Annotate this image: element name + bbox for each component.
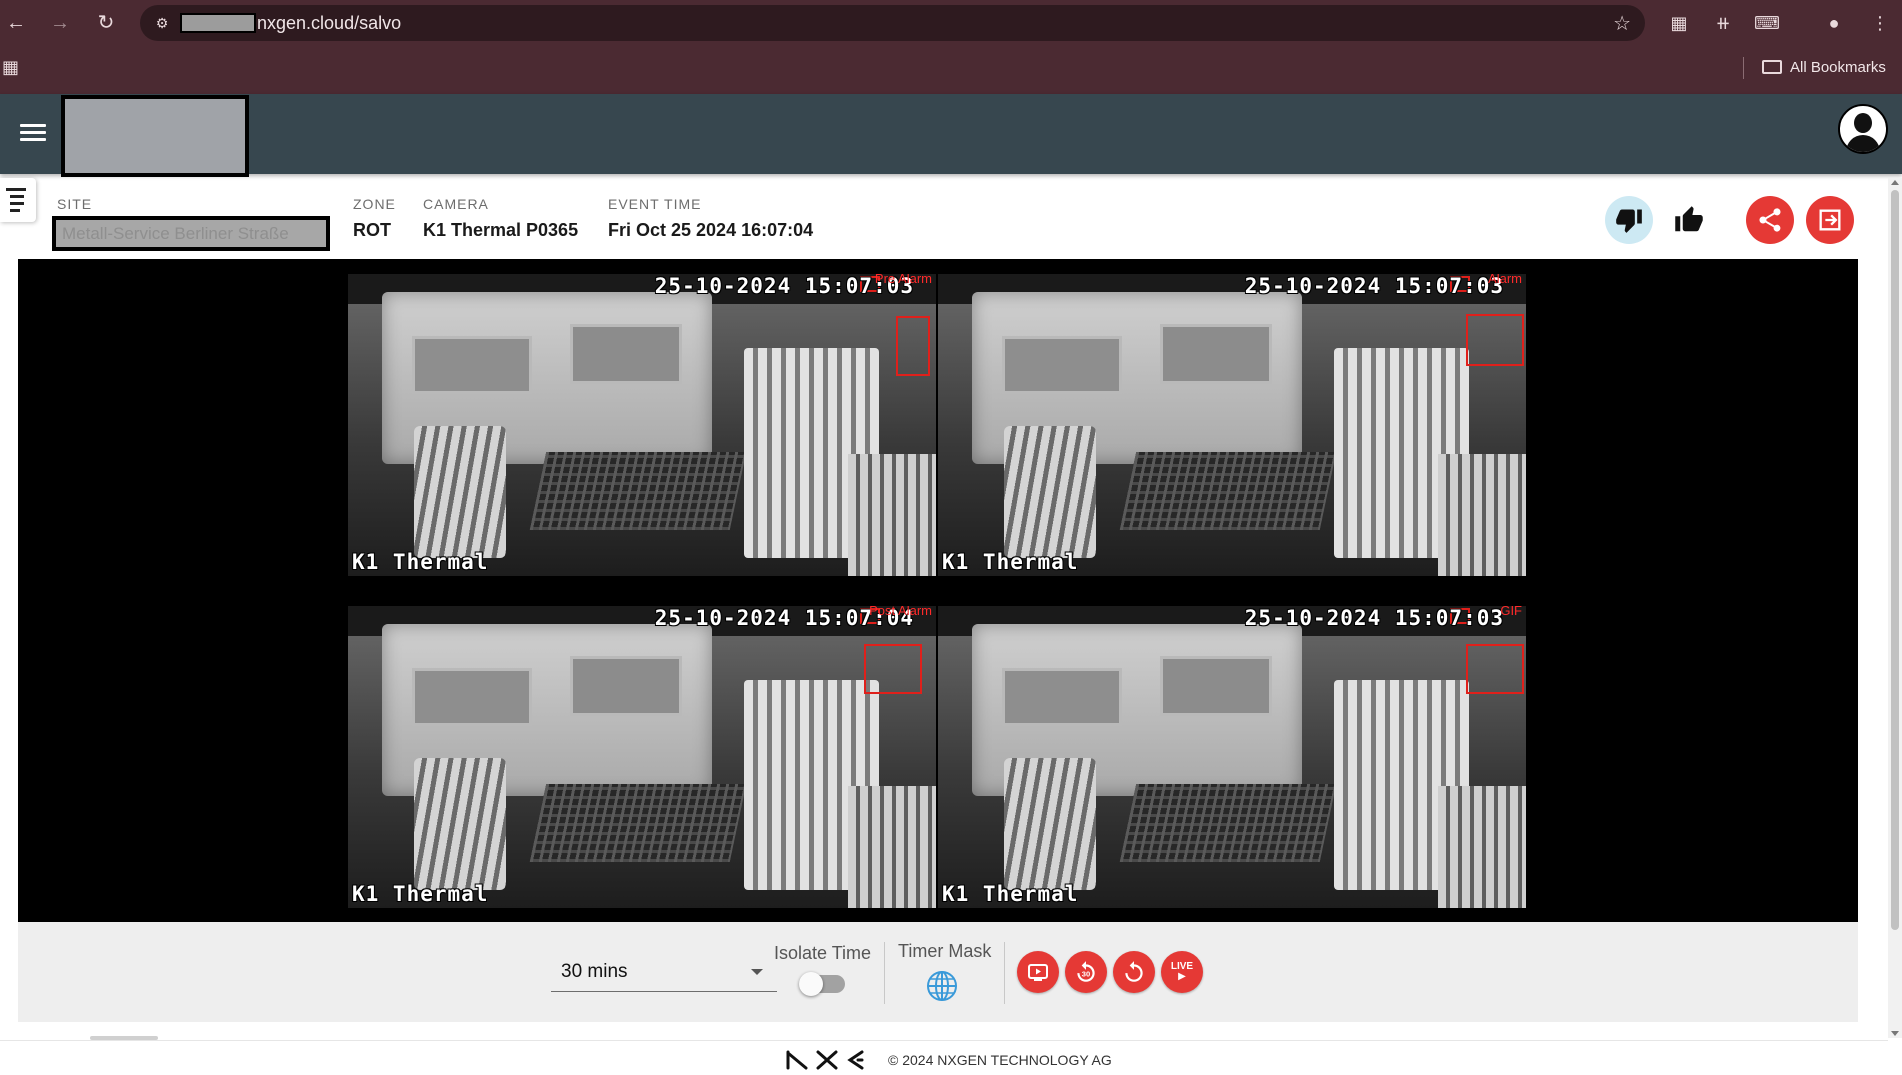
svg-text:30: 30 xyxy=(1082,969,1090,978)
globe-icon[interactable] xyxy=(925,969,959,1003)
forward-arrow-icon[interactable]: → xyxy=(46,9,74,37)
detection-box xyxy=(864,644,922,694)
nxgen-extension-icon[interactable]: ⧺ xyxy=(1709,9,1737,37)
share-button[interactable] xyxy=(1746,196,1794,244)
exit-icon xyxy=(1819,209,1841,231)
video-timestamp: 25-10-2024 15:07:03 xyxy=(1244,606,1504,630)
url-redaction xyxy=(180,13,256,33)
video-camera-overlay: K1 Thermal xyxy=(352,550,489,574)
duration-value: 30 mins xyxy=(561,961,628,982)
browser-toolbar: ← → ↻ ⚙ nxgen.cloud/salvo ☆ ▦ ⧺ ⌨ ● ⋮ xyxy=(0,0,1902,46)
copyright-text: © 2024 NXGEN TECHNOLOGY AG xyxy=(888,1052,1112,1068)
page-scrollbar[interactable] xyxy=(1888,178,1902,1038)
isolate-time-label: Isolate Time xyxy=(774,943,872,963)
detection-box xyxy=(1466,314,1524,366)
url-text: nxgen.cloud/salvo xyxy=(257,13,402,33)
replay-30-icon: 30 xyxy=(1077,961,1095,982)
zone-value: ROT xyxy=(353,220,391,240)
duration-select[interactable]: 30 mins xyxy=(551,952,777,992)
logo-redaction xyxy=(61,95,249,177)
tile-tag-post-alarm: Post Alarm xyxy=(869,606,932,618)
playback-button[interactable] xyxy=(1017,951,1059,993)
live-button[interactable]: LIVE ▶ xyxy=(1161,951,1203,993)
browser-menu-icon[interactable]: ⋮ xyxy=(1866,9,1894,37)
site-label: SITE xyxy=(57,196,93,212)
apps-grid-icon[interactable]: ▦ xyxy=(2,56,24,78)
scroll-down-icon[interactable] xyxy=(1891,1031,1899,1036)
all-bookmarks-label: All Bookmarks xyxy=(1790,59,1886,76)
video-timestamp: 25-10-2024 15:07:03 xyxy=(1244,274,1504,298)
video-camera-overlay: K1 Thermal xyxy=(942,882,1079,906)
detection-box xyxy=(1466,644,1524,694)
timer-mask-label: Timer Mask xyxy=(898,941,992,961)
nxgen-logo-icon xyxy=(786,1050,864,1070)
play-screen-icon xyxy=(1028,964,1048,981)
event-time-label: EVENT TIME xyxy=(608,196,702,212)
side-panel-toggle[interactable] xyxy=(0,178,36,222)
video-tile-gif[interactable]: 25-10-2024 15:07:03 K1 Thermal GIF xyxy=(938,606,1526,908)
bookmark-star-icon[interactable]: ☆ xyxy=(1613,11,1631,36)
controls-divider xyxy=(1004,942,1005,1004)
chevron-down-icon xyxy=(751,969,763,975)
tile-tag-alarm: Alarm xyxy=(1488,274,1522,286)
isolate-time-toggle[interactable] xyxy=(799,972,845,996)
replay-button[interactable] xyxy=(1113,951,1155,993)
thumb-up-icon xyxy=(1675,206,1703,232)
camera-value: K1 Thermal P0365 xyxy=(423,220,579,240)
event-time-value: Fri Oct 25 2024 16:07:04 xyxy=(608,220,814,240)
scroll-thumb[interactable] xyxy=(1891,190,1899,930)
user-avatar[interactable] xyxy=(1838,104,1888,154)
app-header xyxy=(0,94,1902,177)
tile-tag-gif: GIF xyxy=(1500,606,1522,618)
tile-tag-pre-alarm: Pre Alarm xyxy=(874,274,932,286)
controls-divider xyxy=(884,942,885,1004)
thumb-down-button[interactable] xyxy=(1605,196,1653,244)
play-icon: ▶ xyxy=(1178,971,1186,982)
camera-label: CAMERA xyxy=(423,196,489,212)
all-bookmarks-button[interactable]: All Bookmarks xyxy=(1762,56,1886,80)
exit-button[interactable] xyxy=(1806,196,1854,244)
back-arrow-icon[interactable]: ← xyxy=(2,9,30,37)
scroll-up-icon[interactable] xyxy=(1891,180,1899,185)
extension-icon[interactable]: ▦ xyxy=(1665,9,1693,37)
video-grid: 25-10-2024 15:07:03 K1 Thermal Pre Alarm… xyxy=(18,259,1858,922)
site-info-icon[interactable]: ⚙ xyxy=(152,13,172,33)
playback-controls: 30 mins Isolate Time Timer Mask 30 LIVE ▶ xyxy=(18,922,1858,1022)
address-bar[interactable]: ⚙ nxgen.cloud/salvo ☆ xyxy=(140,5,1645,41)
video-tile-alarm[interactable]: 25-10-2024 15:07:03 K1 Thermal Alarm xyxy=(938,274,1526,576)
replay-30-button[interactable]: 30 xyxy=(1065,951,1107,993)
menu-hamburger-icon[interactable] xyxy=(20,120,46,148)
video-tile-pre-alarm[interactable]: 25-10-2024 15:07:03 K1 Thermal Pre Alarm xyxy=(348,274,936,576)
thumb-up-button[interactable] xyxy=(1665,196,1713,244)
site-value: Metall-Service Berliner Straße xyxy=(52,216,330,251)
detection-box xyxy=(896,316,930,376)
profile-icon[interactable]: ● xyxy=(1820,9,1848,37)
share-icon xyxy=(1759,208,1781,232)
video-camera-overlay: K1 Thermal xyxy=(942,550,1079,574)
extensions-puzzle-icon[interactable]: ⌨ xyxy=(1753,9,1781,37)
replay-icon xyxy=(1125,961,1143,982)
video-camera-overlay: K1 Thermal xyxy=(352,882,489,906)
video-tile-post-alarm[interactable]: 25-10-2024 15:07:04 K1 Thermal Post Alar… xyxy=(348,606,936,908)
zone-label: ZONE xyxy=(353,196,396,212)
footer: © 2024 NXGEN TECHNOLOGY AG xyxy=(0,1040,1888,1075)
bookmarks-bar xyxy=(0,46,1902,94)
toggle-knob xyxy=(799,972,823,996)
folder-icon xyxy=(1762,60,1782,74)
thumb-down-icon xyxy=(1616,209,1642,233)
reload-icon[interactable]: ↻ xyxy=(92,9,120,37)
bookmarks-separator xyxy=(1743,57,1744,79)
